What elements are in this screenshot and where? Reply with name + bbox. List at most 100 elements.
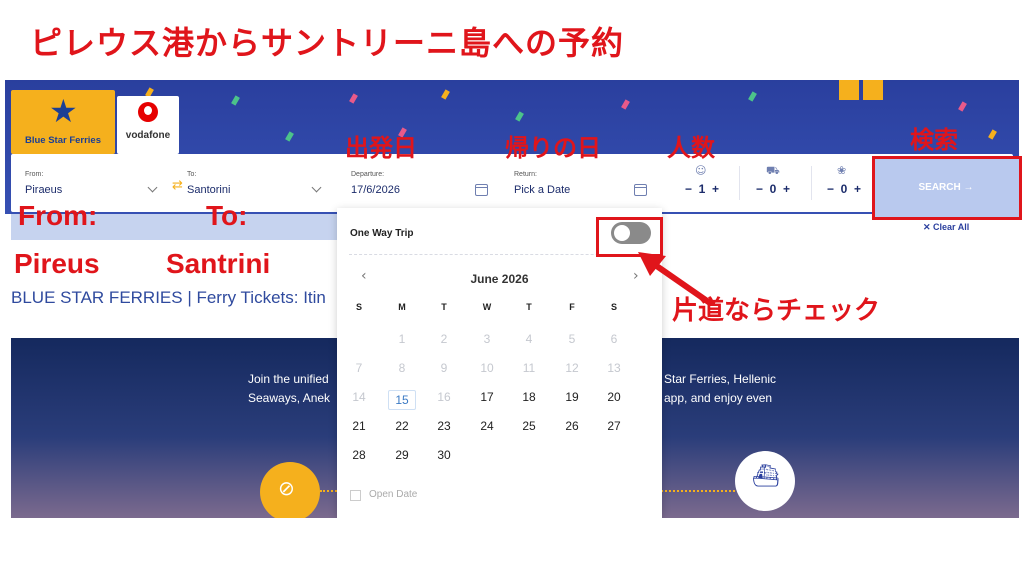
open-date-label: Open Date bbox=[369, 489, 418, 500]
dotted-line bbox=[661, 490, 735, 492]
calendar-day[interactable]: 17 bbox=[473, 390, 501, 404]
to-value: Santorini bbox=[187, 184, 231, 196]
plus-button[interactable]: + bbox=[712, 182, 719, 196]
swap-icon[interactable]: ⇄ bbox=[172, 178, 183, 193]
hero-text-line: e Star Ferries, Hellenic bbox=[654, 372, 777, 386]
calendar-day[interactable]: 27 bbox=[600, 419, 628, 433]
calendar-day: 7 bbox=[355, 361, 363, 375]
minus-button[interactable]: − bbox=[756, 182, 763, 196]
search-highlight-box bbox=[872, 156, 1022, 220]
weekday-label: S bbox=[355, 302, 362, 312]
weekday-label: M bbox=[398, 302, 406, 312]
calendar-day: 3 bbox=[483, 332, 491, 346]
person-icon: ☺ bbox=[695, 164, 707, 177]
calendar-day[interactable]: 28 bbox=[345, 448, 373, 462]
pet-count: 0 bbox=[840, 182, 848, 196]
calendar-day[interactable]: 22 bbox=[388, 419, 416, 433]
return-value: Pick a Date bbox=[514, 184, 571, 196]
vehicle-counter[interactable]: ⛟ − 0 + bbox=[738, 154, 808, 212]
calendar-day: 2 bbox=[440, 332, 448, 346]
calendar-day[interactable]: 20 bbox=[600, 390, 628, 404]
calendar-day: 9 bbox=[440, 361, 448, 375]
annotation-departure: 出発日 bbox=[345, 134, 417, 162]
calendar-day[interactable]: 19 bbox=[558, 390, 586, 404]
bsf-logo-text: Blue Star Ferries bbox=[24, 135, 102, 146]
weekday-label: W bbox=[482, 302, 492, 312]
calendar-day: 5 bbox=[568, 332, 576, 346]
passenger-count: 1 bbox=[698, 182, 706, 196]
calendar-day: 10 bbox=[480, 361, 494, 375]
annotation-from-value: Pireus bbox=[14, 248, 100, 279]
annotation-return: 帰りの日 bbox=[505, 134, 601, 162]
calendar-day[interactable]: 15 bbox=[388, 390, 416, 410]
from-label: From: bbox=[25, 171, 44, 178]
hero-text-line: Seaways, Anek bbox=[248, 391, 331, 405]
vehicle-stepper[interactable]: − 0 + bbox=[738, 182, 808, 196]
vehicle-count: 0 bbox=[769, 182, 777, 196]
annotation-from-head: From: bbox=[18, 200, 98, 231]
vodafone-logo-text: vodafone bbox=[125, 130, 171, 141]
chevron-down-icon bbox=[311, 182, 322, 193]
annotation-title: ピレウス港からサントリーニ島への予約 bbox=[30, 24, 625, 62]
calendar-day[interactable]: 24 bbox=[473, 419, 501, 433]
book-icon bbox=[839, 80, 885, 100]
calendar-day: 1 bbox=[398, 332, 406, 346]
vodafone-logo-icon bbox=[138, 102, 158, 122]
pet-stepper[interactable]: − 0 + bbox=[809, 182, 879, 196]
calendar-day[interactable]: 21 bbox=[345, 419, 373, 433]
departure-label: Departure: bbox=[351, 171, 385, 178]
tab-vodafone[interactable]: vodafone bbox=[117, 96, 179, 154]
calendar-day: 11 bbox=[522, 361, 536, 375]
weekday-label: T bbox=[441, 302, 447, 312]
annotation-to-value: Santrini bbox=[166, 248, 271, 279]
pet-counter[interactable]: ❀ − 0 + bbox=[809, 154, 879, 212]
tab-blue-star-ferries[interactable]: ★ Blue Star Ferries bbox=[11, 90, 115, 154]
calendar-day[interactable]: 30 bbox=[430, 448, 458, 462]
calendar-day[interactable]: 29 bbox=[388, 448, 416, 462]
calendar-day: 6 bbox=[610, 332, 618, 346]
plus-button[interactable]: + bbox=[783, 182, 790, 196]
month-title: June 2026 bbox=[470, 272, 529, 286]
page: ピレウス港からサントリーニ島への予約 ★ Blue Star Ferries v… bbox=[0, 0, 1024, 576]
hero-text-right: e Star Ferries, Hellenic e app, and enjoy… bbox=[654, 370, 776, 408]
calendar-day: 8 bbox=[398, 361, 406, 375]
weekday-label: F bbox=[569, 302, 575, 312]
star-icon: ★ bbox=[49, 92, 78, 130]
calendar-day: 14 bbox=[352, 390, 366, 404]
annotation-search: 検索 bbox=[910, 126, 958, 154]
to-label: To: bbox=[187, 171, 197, 178]
calendar-day: 13 bbox=[607, 361, 621, 375]
annotation-one-way-note: 片道ならチェック bbox=[672, 296, 881, 326]
calendar-day: 4 bbox=[525, 332, 533, 346]
paw-icon: ❀ bbox=[837, 164, 847, 177]
departure-value: 17/6/2026 bbox=[351, 184, 400, 196]
car-icon: ⛟ bbox=[766, 164, 780, 177]
ship-icon: ⛴ bbox=[735, 451, 795, 511]
badge-icon: ⊘ bbox=[260, 462, 320, 518]
from-value: Piraeus bbox=[25, 184, 63, 196]
annotation-to-head: To: bbox=[206, 200, 248, 231]
hero-text-left: Join the unified Seaways, Anek bbox=[248, 370, 330, 408]
calendar-day: 16 bbox=[437, 390, 451, 404]
one-way-label: One Way Trip bbox=[350, 228, 414, 239]
plus-button[interactable]: + bbox=[854, 182, 861, 196]
weekday-label: T bbox=[526, 302, 532, 312]
minus-button[interactable]: − bbox=[685, 182, 692, 196]
weekday-label: S bbox=[610, 302, 617, 312]
calendar-icon bbox=[475, 184, 488, 196]
hero-text-line: Join the unified bbox=[248, 372, 329, 386]
passenger-stepper[interactable]: − 1 + bbox=[667, 182, 737, 196]
calendar-day[interactable]: 26 bbox=[558, 419, 586, 433]
calendar-day[interactable]: 18 bbox=[515, 390, 543, 404]
calendar-icon bbox=[634, 184, 647, 196]
open-date-checkbox[interactable] bbox=[350, 490, 361, 501]
calendar-day[interactable]: 25 bbox=[515, 419, 543, 433]
chevron-down-icon bbox=[147, 182, 158, 193]
annotation-people: 人数 bbox=[667, 134, 715, 162]
calendar-day: 12 bbox=[565, 361, 579, 375]
minus-button[interactable]: − bbox=[827, 182, 834, 196]
calendar-day[interactable]: 23 bbox=[430, 419, 458, 433]
return-label: Return: bbox=[514, 171, 537, 178]
hero-text-line: e app, and enjoy even bbox=[654, 391, 773, 405]
clear-all-button[interactable]: ✕ Clear All bbox=[923, 222, 969, 233]
